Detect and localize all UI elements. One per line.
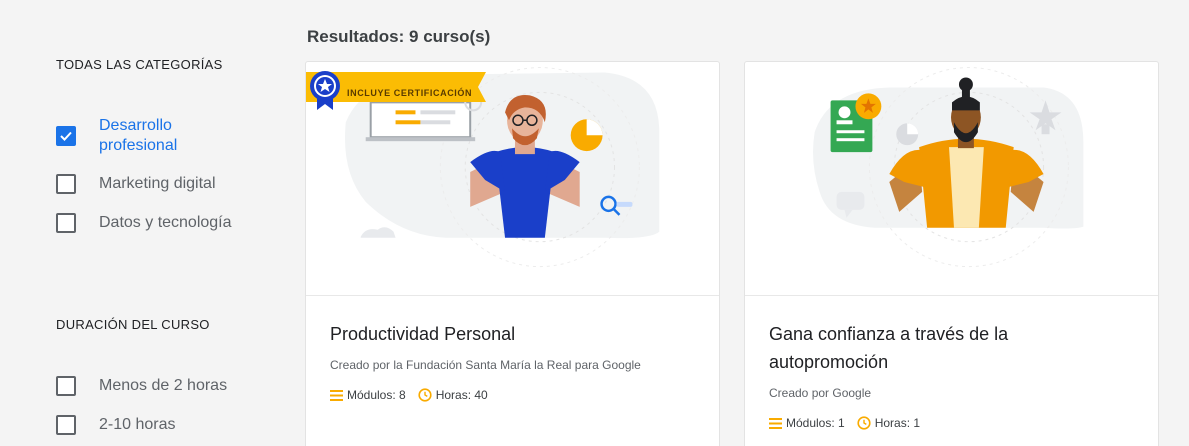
card-divider	[306, 295, 719, 296]
modules-info: Módulos: 8	[330, 388, 406, 402]
modules-list-icon	[769, 417, 782, 429]
filter-desarrollo-profesional[interactable]: Desarrollo profesional	[56, 116, 209, 156]
categories-heading: TODAS LAS CATEGORÍAS	[56, 57, 223, 72]
checkbox-icon[interactable]	[56, 376, 76, 396]
checkbox-checked-icon[interactable]	[56, 126, 76, 146]
hours-count: Horas: 1	[874, 416, 921, 430]
course-meta: Módulos: 8 Horas: 40	[330, 388, 500, 402]
certification-badge-label: INCLUYE CERTIFICACIÓN	[347, 88, 473, 98]
checkbox-icon[interactable]	[56, 213, 76, 233]
course-creator: Creado por Google	[769, 386, 872, 400]
hours-info: Horas: 1	[857, 416, 920, 430]
certification-medal-icon	[310, 71, 340, 110]
results-count: Resultados: 9 curso(s)	[307, 27, 491, 46]
hours-count: Horas: 40	[435, 388, 488, 402]
modules-count: Módulos: 1	[786, 416, 845, 430]
filter-label: Datos y tecnología	[99, 214, 232, 231]
checkbox-icon[interactable]	[56, 174, 76, 194]
filter-2-10-horas[interactable]: 2-10 horas	[56, 415, 176, 435]
modules-count: Módulos: 8	[347, 388, 406, 402]
duration-heading: DURACIÓN DEL CURSO	[56, 317, 210, 332]
filter-marketing-digital[interactable]: Marketing digital	[56, 174, 216, 194]
filter-menos-2-horas[interactable]: Menos de 2 horas	[56, 376, 227, 396]
filter-sidebar: TODAS LAS CATEGORÍAS Desarrollo profesio…	[0, 0, 290, 446]
course-creator: Creado por la Fundación Santa María la R…	[330, 358, 641, 372]
filter-label: Desarrollo profesional	[99, 117, 178, 154]
course-title[interactable]: Productividad Personal	[330, 320, 630, 348]
course-meta: Módulos: 1 Horas: 1	[769, 416, 932, 430]
checkbox-icon[interactable]	[56, 415, 76, 435]
course-title[interactable]: Gana confianza a través de la autopromoc…	[769, 320, 1069, 376]
filter-label: Marketing digital	[99, 175, 216, 192]
hours-info: Horas: 40	[418, 388, 488, 402]
modules-info: Módulos: 1	[769, 416, 845, 430]
filter-datos-tecnologia[interactable]: Datos y tecnología	[56, 213, 232, 233]
clock-icon	[857, 416, 871, 430]
clock-icon	[418, 388, 432, 402]
modules-list-icon	[330, 389, 343, 401]
course-illustration	[813, 67, 1084, 268]
filter-label: Menos de 2 horas	[99, 377, 228, 394]
course-card[interactable]: Gana confianza a través de la autopromoc…	[744, 61, 1159, 446]
card-divider	[745, 295, 1158, 296]
course-card[interactable]: INCLUYE CERTIFICACIÓN Productividad Pers…	[305, 61, 720, 446]
filter-label: 2-10 horas	[99, 416, 176, 433]
